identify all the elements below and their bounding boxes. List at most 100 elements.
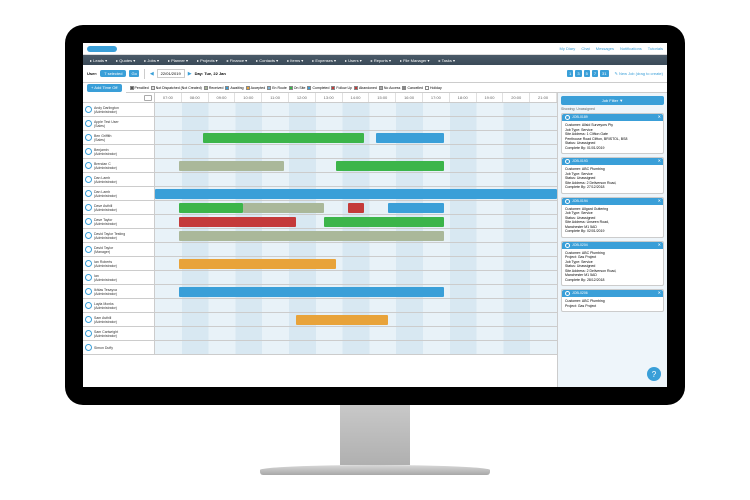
job-card[interactable]: JOB-0193✕Customer: ABC PlumbingJob Type:… xyxy=(561,157,664,194)
job-bar[interactable] xyxy=(243,203,323,213)
view-3[interactable]: 3 xyxy=(575,70,581,77)
job-card[interactable]: JOB-0204✕Customer: ABC PlumbingProject: … xyxy=(561,241,664,287)
nav-items[interactable]: ▸ Items ▾ xyxy=(284,57,306,64)
user-name-cell[interactable]: Dave Asthill(Administrator) xyxy=(83,201,155,214)
user-select[interactable]: 7 selected xyxy=(100,70,126,77)
user-name-cell[interactable]: Simon Duffy xyxy=(83,341,155,354)
hour-cell: 10:00 xyxy=(235,93,262,102)
nav-planner[interactable]: ▸ Planner ▾ xyxy=(165,57,191,64)
user-name-cell[interactable]: Ian Roberts(Administrator) xyxy=(83,257,155,270)
user-name-cell[interactable]: Benjamin(Administrator) xyxy=(83,145,155,158)
nav-quotes[interactable]: ▸ Quotes ▾ xyxy=(113,57,138,64)
link-diary[interactable]: My Diary xyxy=(560,46,576,51)
nav-projects[interactable]: ▸ Projects ▾ xyxy=(194,57,221,64)
job-bar[interactable] xyxy=(324,217,445,227)
link-notifications[interactable]: Notifications xyxy=(620,46,642,51)
nav-expenses[interactable]: ▸ Expenses ▾ xyxy=(309,57,339,64)
timeline-track[interactable] xyxy=(155,341,557,354)
nav-tasks[interactable]: ▸ Tasks ▾ xyxy=(436,57,458,64)
link-chat[interactable]: Chat xyxy=(581,46,589,51)
user-row: Ian(Administrator) xyxy=(83,271,557,285)
timeline-track[interactable] xyxy=(155,299,557,312)
user-name-cell[interactable]: Ikhlas Tesayva(Administrator) xyxy=(83,285,155,298)
nav-finance[interactable]: ▸ Finance ▾ xyxy=(224,57,250,64)
timeline-track[interactable] xyxy=(155,327,557,340)
user-name-cell[interactable]: David Taylor(Manager) xyxy=(83,243,155,256)
close-icon[interactable]: ✕ xyxy=(658,159,661,164)
prev-day-icon[interactable]: ◀ xyxy=(150,71,154,77)
nav-contacts[interactable]: ▸ Contacts ▾ xyxy=(253,57,281,64)
legend-item: Completed xyxy=(307,86,329,90)
link-tutorials[interactable]: Tutorials xyxy=(648,46,663,51)
nav-jobs[interactable]: ▸ Jobs ▾ xyxy=(141,57,162,64)
timeline-track[interactable] xyxy=(155,103,557,116)
close-icon[interactable]: ✕ xyxy=(658,115,661,120)
user-name-cell[interactable]: Sam Asthill(Administrator) xyxy=(83,313,155,326)
new-job-button[interactable]: ✎ New Job (drag to create) xyxy=(615,71,664,76)
job-bar[interactable] xyxy=(388,203,444,213)
job-bar[interactable] xyxy=(296,315,388,325)
close-icon[interactable]: ✕ xyxy=(658,199,661,204)
job-bar[interactable] xyxy=(179,217,296,227)
timeline-track[interactable] xyxy=(155,145,557,158)
view-31[interactable]: 31 xyxy=(600,70,608,77)
timeline-track[interactable] xyxy=(155,117,557,130)
job-bar[interactable] xyxy=(155,189,557,199)
timeline-track[interactable] xyxy=(155,215,557,228)
job-card[interactable]: JOB-0206✕Customer: ABC PlumbingProject: … xyxy=(561,289,664,312)
user-name-cell[interactable]: Apple Test User(Sales) xyxy=(83,117,155,130)
next-day-icon[interactable]: ▶ xyxy=(188,71,192,77)
user-name-cell[interactable]: Dan Lamb(Administrator) xyxy=(83,173,155,186)
job-card[interactable]: JOB-0189✕Customer: Allsid Surveyors PtyJ… xyxy=(561,113,664,154)
timeline-track[interactable] xyxy=(155,159,557,172)
date-input[interactable]: 22/01/2019 xyxy=(157,69,185,78)
user-name-cell[interactable]: David Taylor Testing(Administrator) xyxy=(83,229,155,242)
view-1[interactable]: 1 xyxy=(567,70,573,77)
go-button[interactable]: Go xyxy=(129,70,138,77)
job-bar[interactable] xyxy=(179,231,444,241)
search-icon[interactable] xyxy=(144,95,152,101)
user-name-cell[interactable]: Sam Cartwright(Administrator) xyxy=(83,327,155,340)
job-filter-button[interactable]: Job Filter ▼ xyxy=(561,96,664,105)
timeline-track[interactable] xyxy=(155,257,557,270)
view-7[interactable]: 7 xyxy=(592,70,598,77)
job-bar[interactable] xyxy=(336,161,445,171)
nav-leads[interactable]: ▸ Leads ▾ xyxy=(87,57,110,64)
timeline-track[interactable] xyxy=(155,285,557,298)
job-bar[interactable] xyxy=(376,133,444,143)
job-bar[interactable] xyxy=(203,133,364,143)
timeline-track[interactable] xyxy=(155,313,557,326)
help-button[interactable]: ? xyxy=(647,367,661,381)
job-bar[interactable] xyxy=(179,287,444,297)
timeline-track[interactable] xyxy=(155,131,557,144)
user-name-cell[interactable]: Ian(Administrator) xyxy=(83,271,155,284)
timeline-track[interactable] xyxy=(155,201,557,214)
user-row: Ikhlas Tesayva(Administrator) xyxy=(83,285,557,299)
timeline-track[interactable] xyxy=(155,187,557,200)
user-row: Brendan C(Administrator) xyxy=(83,159,557,173)
link-messages[interactable]: Messages xyxy=(596,46,614,51)
nav-reports[interactable]: ▸ Reports ▾ xyxy=(368,57,394,64)
close-icon[interactable]: ✕ xyxy=(658,243,661,248)
user-name-cell[interactable]: Layla Monks(Administrator) xyxy=(83,299,155,312)
timeline-track[interactable] xyxy=(155,271,557,284)
user-name-cell[interactable]: Dan Lamb(Administrator) xyxy=(83,187,155,200)
nav-users[interactable]: ▸ Users ▾ xyxy=(342,57,365,64)
user-name-cell[interactable]: Ben Griffith(Sales) xyxy=(83,131,155,144)
user-name-cell[interactable]: Andy Darlington(Administrator) xyxy=(83,103,155,116)
user-name-cell[interactable]: Brendan C(Administrator) xyxy=(83,159,155,172)
job-bar[interactable] xyxy=(348,203,364,213)
nav-file-manager[interactable]: ▸ File Manager ▾ xyxy=(397,57,433,64)
timeline-track[interactable] xyxy=(155,229,557,242)
timeline-track[interactable] xyxy=(155,173,557,186)
close-icon[interactable]: ✕ xyxy=(658,291,661,296)
job-card[interactable]: JOB-0194✕Customer: Allgard GutteringJob … xyxy=(561,197,664,238)
user-name-cell[interactable]: Dave Taylor(Administrator) xyxy=(83,215,155,228)
add-time-off-button[interactable]: + Add Time Off xyxy=(87,84,122,92)
view-5[interactable]: 5 xyxy=(584,70,590,77)
job-bar[interactable] xyxy=(179,259,336,269)
job-bar[interactable] xyxy=(179,161,284,171)
job-bar[interactable] xyxy=(179,203,243,213)
timeline-track[interactable] xyxy=(155,243,557,256)
clock-icon xyxy=(565,291,570,296)
